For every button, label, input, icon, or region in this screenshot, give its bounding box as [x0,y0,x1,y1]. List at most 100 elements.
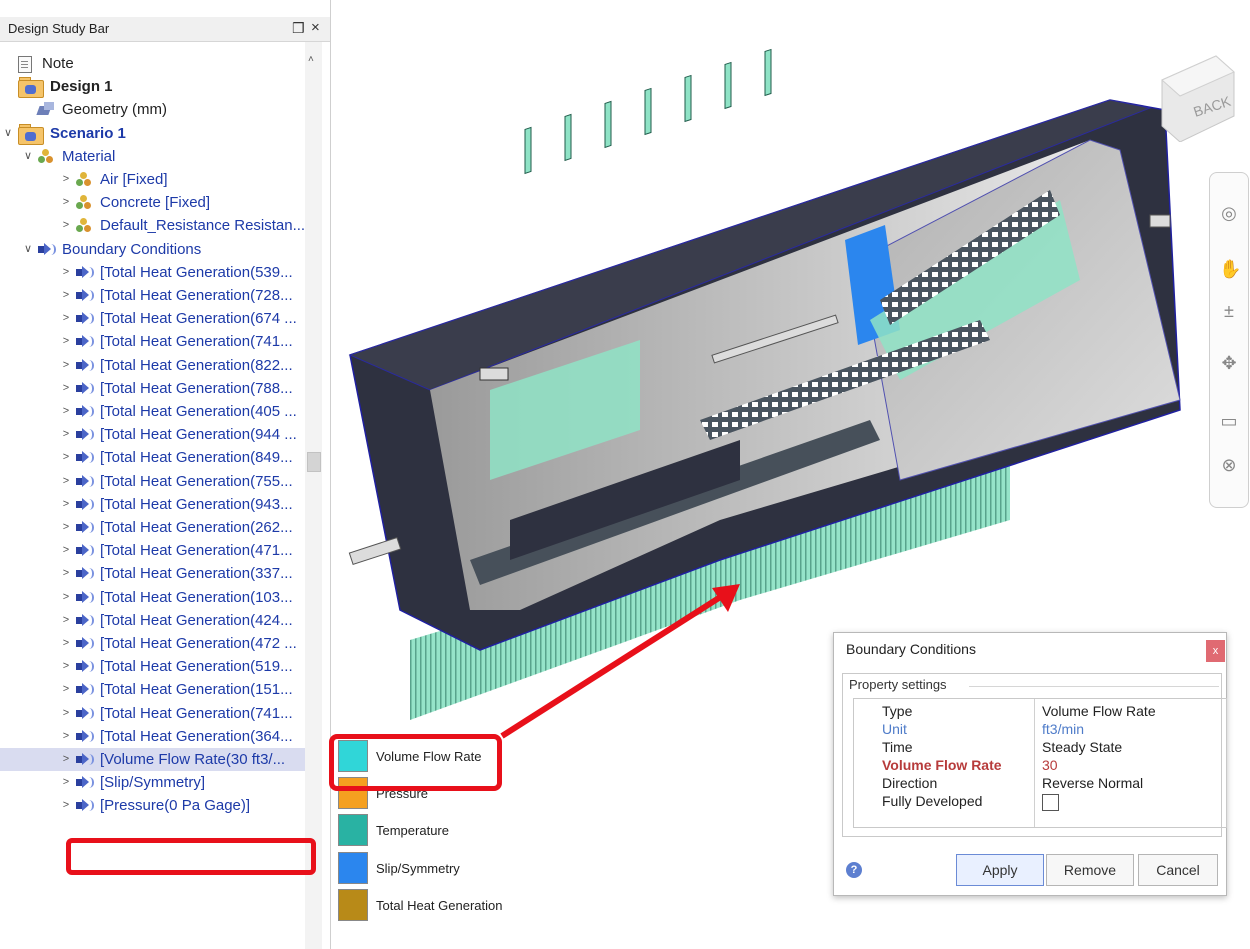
cancel-button[interactable]: Cancel [1138,854,1218,886]
tree-item[interactable]: Design 1 [0,75,305,99]
apply-button[interactable]: Apply [956,854,1044,886]
expand-chevron-icon[interactable]: > [60,609,72,632]
boundary-icon [76,265,94,280]
property-key: Type [882,703,913,719]
tree-item-label: Default_Resistance Resistan... [100,217,305,235]
folder-icon [18,76,44,99]
expand-chevron-icon[interactable]: > [60,261,72,284]
expand-chevron-icon[interactable]: > [60,562,72,585]
tree-item[interactable]: > [Total Heat Generation(364... [0,725,305,748]
property-value[interactable]: ft3/min [1042,721,1084,737]
expand-chevron-icon[interactable]: > [60,771,72,794]
expand-chevron-icon[interactable]: > [60,586,72,609]
tree-item[interactable]: > [Slip/Symmetry] [0,771,305,794]
expand-chevron-icon[interactable]: > [60,702,72,725]
remove-button[interactable]: Remove [1046,854,1134,886]
help-icon[interactable]: ? [846,862,862,878]
expand-chevron-icon[interactable]: > [60,493,72,516]
expand-chevron-icon[interactable]: > [60,330,72,353]
expand-chevron-icon[interactable]: > [60,794,72,817]
tree-item[interactable]: ∨ Material [0,145,305,168]
boundary-icon [76,729,94,744]
tree-item[interactable]: > [Total Heat Generation(944 ... [0,423,305,446]
tree-item[interactable]: > [Volume Flow Rate(30 ft3/... [0,748,305,771]
tree-item[interactable]: > [Total Heat Generation(755... [0,470,305,493]
expand-chevron-icon[interactable]: > [60,307,72,330]
expand-chevron-icon[interactable]: > [60,423,72,446]
tree-item[interactable]: > [Total Heat Generation(741... [0,702,305,725]
tree-item-label: [Total Heat Generation(519... [100,658,293,676]
tree-item[interactable]: > [Total Heat Generation(943... [0,493,305,516]
tree-item[interactable]: > [Total Heat Generation(262... [0,516,305,539]
scroll-thumb[interactable] [307,452,321,472]
tree-item[interactable]: Geometry (mm) [0,98,305,121]
property-grid: Type Volume Flow Rate Unit ft3/min Time Stead… [853,698,1227,828]
tree-item[interactable]: > [Total Heat Generation(405 ... [0,400,305,423]
look-at-icon[interactable]: ▭ [1219,411,1239,431]
panel-title: Design Study Bar [8,21,110,36]
tree-item[interactable]: > [Pressure(0 Pa Gage)] [0,794,305,817]
property-value[interactable]: Volume Flow Rate [1042,703,1156,719]
property-value[interactable]: 30 [1042,757,1058,773]
expand-chevron-icon[interactable]: > [60,678,72,701]
collapse-chevron-icon[interactable]: ∨ [22,238,34,261]
tree-item[interactable]: > [Total Heat Generation(151... [0,678,305,701]
tree-item[interactable]: > [Total Heat Generation(849... [0,446,305,469]
scrollbar[interactable]: ˄ [305,42,322,949]
expand-chevron-icon[interactable]: > [60,539,72,562]
tree-item[interactable]: > [Total Heat Generation(471... [0,539,305,562]
dialog-close-icon[interactable]: x [1206,640,1225,662]
expand-chevron-icon[interactable]: > [60,400,72,423]
orbit-icon[interactable]: ✥ [1219,353,1239,373]
expand-chevron-icon[interactable]: > [60,655,72,678]
property-value[interactable]: Reverse Normal [1042,775,1143,791]
tree-item[interactable]: > [Total Heat Generation(822... [0,354,305,377]
tree-item[interactable]: > [Total Heat Generation(337... [0,562,305,585]
expand-chevron-icon[interactable]: > [60,377,72,400]
tree-item-label: [Total Heat Generation(788... [100,379,293,397]
expand-chevron-icon[interactable]: > [60,632,72,655]
collapse-chevron-icon[interactable]: ∨ [2,122,14,145]
expand-chevron-icon[interactable]: > [60,191,72,214]
boundary-icon [76,566,94,581]
expand-chevron-icon[interactable]: > [60,284,72,307]
tree-item[interactable]: > Air [Fixed] [0,168,305,191]
expand-chevron-icon[interactable]: > [60,446,72,469]
tree-item[interactable]: ∨ Boundary Conditions [0,238,305,261]
tree-item[interactable]: ∨ Scenario 1 [0,122,305,145]
tree-item[interactable]: > Default_Resistance Resistan... [0,214,305,237]
tree-item[interactable]: > [Total Heat Generation(741... [0,330,305,353]
tree-item[interactable]: > [Total Heat Generation(728... [0,284,305,307]
tree-item[interactable]: Note [0,52,305,75]
boundary-icon [76,427,94,442]
expand-chevron-icon[interactable]: > [60,516,72,539]
scroll-up-icon[interactable]: ˄ [308,54,314,65]
close-icon[interactable]: × [311,19,320,36]
view-cube[interactable]: BACK [1158,42,1236,143]
expand-chevron-icon[interactable]: > [60,168,72,191]
fully-developed-checkbox[interactable] [1042,794,1059,811]
tree-item[interactable]: > [Total Heat Generation(424... [0,609,305,632]
expand-chevron-icon[interactable]: > [60,214,72,237]
tree-item[interactable]: > [Total Heat Generation(674 ... [0,307,305,330]
steering-wheel-icon[interactable]: ◎ [1219,203,1239,223]
zoom-icon[interactable]: ± [1219,301,1239,321]
tree-item[interactable]: > [Total Heat Generation(103... [0,586,305,609]
pin-icon[interactable]: ❒ [292,20,305,37]
pan-hand-icon[interactable]: ✋ [1219,259,1241,279]
show-motion-icon[interactable]: ⊗ [1219,455,1239,475]
tree-item[interactable]: > [Total Heat Generation(788... [0,377,305,400]
collapse-chevron-icon[interactable]: ∨ [22,145,34,168]
expand-chevron-icon[interactable]: > [60,470,72,493]
expand-chevron-icon[interactable]: > [60,748,72,771]
property-value[interactable]: Steady State [1042,739,1122,755]
tree-item[interactable]: > [Total Heat Generation(519... [0,655,305,678]
expand-chevron-icon[interactable]: > [60,354,72,377]
tree-item[interactable]: > [Total Heat Generation(539... [0,261,305,284]
legend-swatch [338,852,368,884]
tree-item-label: [Pressure(0 Pa Gage)] [100,797,251,815]
expand-chevron-icon[interactable]: > [60,725,72,748]
tree-item[interactable]: > [Total Heat Generation(472 ... [0,632,305,655]
legend-swatch [338,889,368,921]
tree-item[interactable]: > Concrete [Fixed] [0,191,305,214]
